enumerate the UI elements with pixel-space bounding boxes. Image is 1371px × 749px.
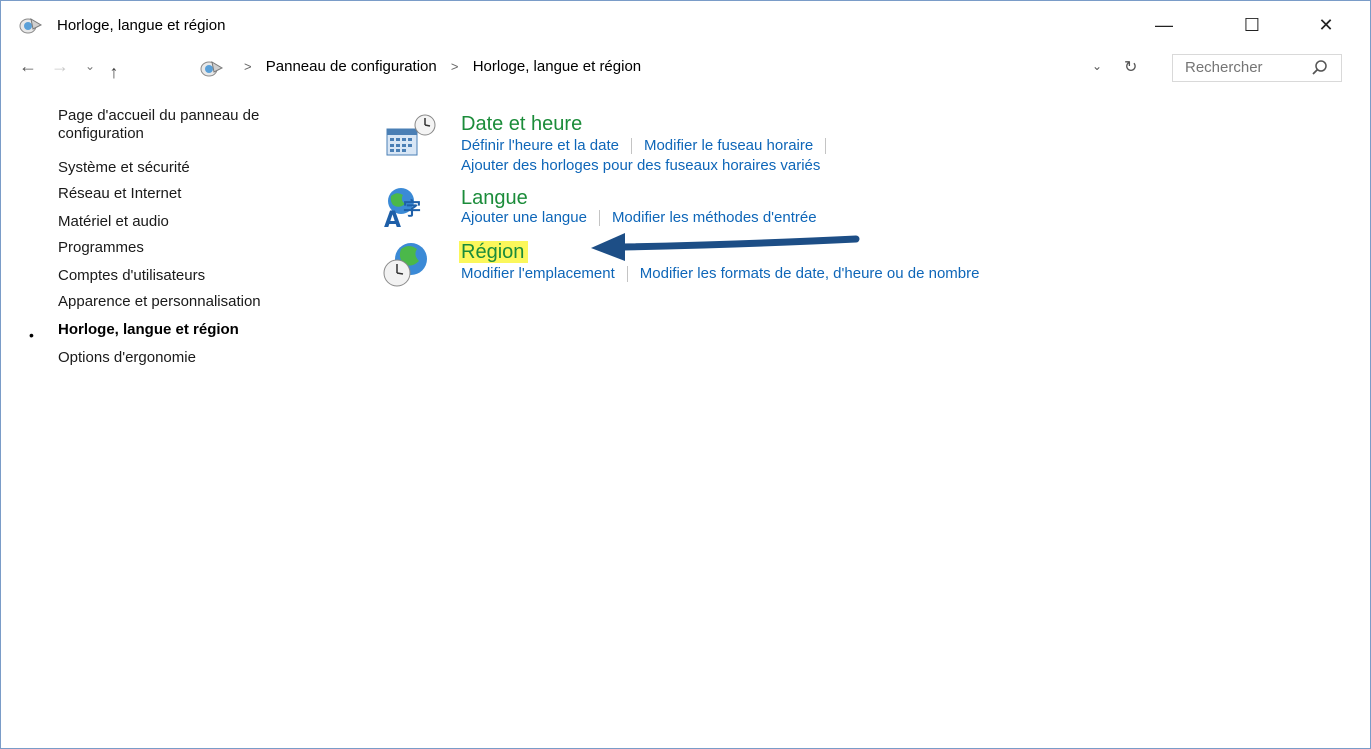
refresh-button[interactable]: ↻ [1124, 57, 1137, 77]
breadcrumb-control-panel[interactable]: Panneau de configuration [266, 58, 437, 75]
link-separator [598, 210, 600, 227]
category-links-date-time-2: Ajouter des horloges pour des fuseaux ho… [461, 157, 820, 174]
sidebar-item-ease-of-access[interactable]: Options d'ergonomie [58, 349, 196, 367]
sidebar-item-user-accounts[interactable]: Comptes d'utilisateurs [58, 267, 205, 285]
link-separator [825, 138, 827, 155]
link-change-input-methods[interactable]: Modifier les méthodes d'entrée [612, 209, 817, 226]
back-button[interactable]: ← [15, 53, 41, 79]
sidebar-item-programs[interactable]: Programmes [58, 239, 144, 257]
active-bullet: • [29, 327, 34, 343]
control-panel-window: Horloge, langue et région — ☐ ✕ ← → ⌄ ↑ … [0, 0, 1371, 749]
address-bar[interactable]: > Panneau de configuration > Horloge, la… [193, 53, 1157, 81]
forward-button[interactable]: → [47, 53, 73, 79]
maximize-button[interactable]: ☐ [1229, 9, 1275, 41]
navigation-bar: ← → ⌄ ↑ > Panneau de configuration > Hor… [1, 47, 1370, 87]
breadcrumb-clock-language-region[interactable]: Horloge, langue et région [473, 58, 641, 75]
sidebar-item-hardware-sound[interactable]: Matériel et audio [58, 213, 169, 231]
category-title-region[interactable]: Région [459, 241, 529, 264]
category-title-date-time[interactable]: Date et heure [461, 113, 582, 136]
link-change-location[interactable]: Modifier l'emplacement [461, 265, 615, 282]
window-title: Horloge, langue et région [57, 17, 226, 34]
minimize-button[interactable]: — [1141, 9, 1187, 41]
category-links-date-time: Définir l'heure et la date Modifier le fu… [461, 137, 838, 155]
sidebar-item-network-internet[interactable]: Réseau et Internet [58, 185, 181, 203]
svg-text:A: A [384, 208, 401, 233]
category-links-language: Ajouter une langue Modifier les méthodes … [461, 209, 817, 227]
search-icon[interactable] [1311, 59, 1329, 77]
globe-clock-icon[interactable] [381, 241, 437, 289]
category-links-region: Modifier l'emplacement Modifier les forma… [461, 265, 980, 283]
region-highlight[interactable]: Région [459, 241, 529, 263]
link-add-language[interactable]: Ajouter une langue [461, 209, 587, 226]
breadcrumb: > Panneau de configuration > Horloge, la… [234, 58, 641, 75]
control-panel-icon [19, 17, 43, 34]
search-input[interactable] [1185, 59, 1305, 76]
link-separator [630, 138, 632, 155]
sidebar-item-system-security[interactable]: Système et sécurité [58, 159, 190, 177]
annotation-arrow-icon [591, 233, 860, 261]
link-change-date-time-number-formats[interactable]: Modifier les formats de date, d'heure ou… [640, 265, 980, 282]
link-add-clocks[interactable]: Ajouter des horloges pour des fuseaux ho… [461, 157, 820, 174]
close-button[interactable]: ✕ [1303, 9, 1349, 41]
calendar-clock-icon[interactable] [381, 113, 437, 161]
language-globe-icon[interactable]: A 字 [381, 187, 437, 235]
recent-locations-button[interactable]: ⌄ [77, 53, 103, 79]
address-dropdown-button[interactable]: ⌄ [1092, 59, 1102, 73]
link-set-date-time[interactable]: Définir l'heure et la date [461, 137, 619, 154]
sidebar-item-clock-language-region[interactable]: Horloge, langue et région [58, 321, 239, 339]
link-change-time-zone[interactable]: Modifier le fuseau horaire [644, 137, 813, 154]
search-box[interactable] [1172, 54, 1342, 82]
sidebar-item-control-panel-home[interactable]: Page d'accueil du panneau de configurati… [58, 107, 259, 143]
title-bar: Horloge, langue et région — ☐ ✕ [1, 1, 1370, 47]
link-separator [626, 266, 628, 283]
control-panel-icon [200, 60, 224, 77]
sidebar-item-appearance[interactable]: Apparence et personnalisation [58, 293, 261, 311]
breadcrumb-separator: > [244, 59, 252, 74]
category-title-language[interactable]: Langue [461, 187, 528, 210]
svg-text:字: 字 [403, 198, 421, 220]
up-button[interactable]: ↑ [101, 59, 127, 85]
breadcrumb-separator: > [450, 59, 459, 74]
